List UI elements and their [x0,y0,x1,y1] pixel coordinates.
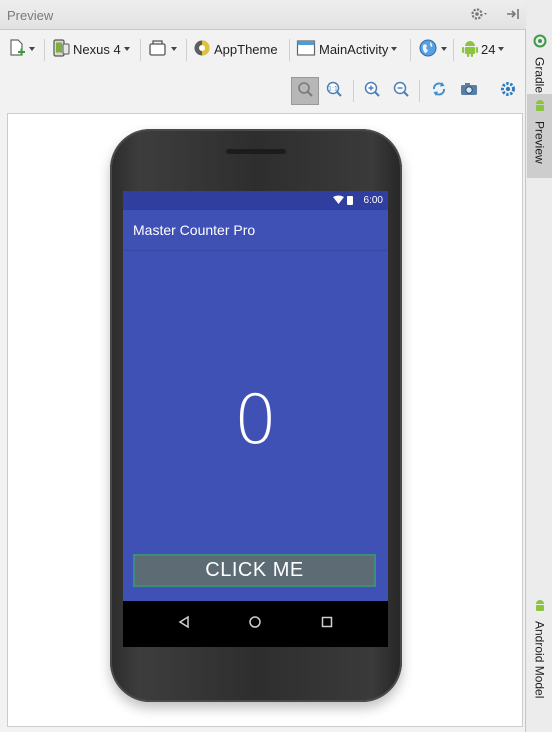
app-bar: Master Counter Pro [123,210,388,251]
android-icon [461,38,479,61]
preview-settings-button[interactable] [494,77,522,105]
zoom-fit-icon [296,80,314,103]
device-screen: 6:00 Master Counter Pro 0 CLICK ME [123,191,388,647]
preview-toolbar: Nexus 4 AppTheme MainActivity 24 [0,31,526,69]
device-icon [52,38,70,61]
panel-title: Preview [7,8,54,23]
back-icon[interactable] [177,615,191,634]
status-icons [333,195,355,209]
device-label: Nexus 4 [73,41,121,57]
tab-android-model[interactable]: Android Model [527,598,552,716]
recents-icon[interactable] [320,615,334,634]
new-file-icon [8,38,26,61]
camera-icon [459,80,479,103]
svg-text:1:1: 1:1 [328,85,338,92]
device-speaker [226,149,286,154]
right-tool-sidebar: Gradle Preview Android Model [527,0,552,732]
zoom-in-button[interactable] [358,77,386,105]
app-title: Master Counter Pro [133,222,256,238]
home-icon[interactable] [248,615,262,634]
zoom-actual-button[interactable]: 1:1 [320,77,348,105]
navigation-bar [123,601,388,647]
preview-canvas: 6:00 Master Counter Pro 0 CLICK ME [7,113,523,727]
theme-label: AppTheme [214,41,278,57]
preview-android-icon [533,98,547,117]
tab-preview[interactable]: Preview [527,94,552,178]
click-me-button[interactable]: CLICK ME [133,554,376,587]
device-selector[interactable]: Nexus 4 [52,35,130,63]
activity-selector[interactable]: MainActivity [296,35,398,63]
android-model-label: Android Model [532,621,547,699]
activity-icon [296,39,316,60]
refresh-icon [430,80,448,103]
panel-settings-icon[interactable] [470,6,490,27]
zoom-in-icon [363,80,381,103]
zoom-toolbar: 1:1 [0,70,526,110]
status-time: 6:00 [363,195,383,206]
locale-selector[interactable] [418,35,447,63]
counter-value: 0 [233,381,278,460]
android-model-icon [533,598,547,617]
refresh-button[interactable] [425,77,453,105]
zoom-out-button[interactable] [387,77,415,105]
tab-gradle[interactable]: Gradle [527,34,552,93]
preview-label: Preview [532,121,547,164]
preview-panel: Preview Nexus 4 AppTheme MainActivity 24… [0,0,526,732]
api-level-selector[interactable]: 24 [461,35,505,63]
hide-panel-icon[interactable] [505,6,521,27]
status-bar: 6:00 [123,191,388,210]
theme-icon [193,39,211,60]
gradle-icon [533,34,547,53]
zoom-actual-icon: 1:1 [325,80,343,103]
gear-icon [499,80,517,103]
gradle-label: Gradle [532,57,547,94]
api-level-label: 24 [481,41,496,57]
zoom-out-icon [392,80,410,103]
orientation-selector[interactable] [148,35,177,63]
device-frame: 6:00 Master Counter Pro 0 CLICK ME [110,129,402,702]
panel-titlebar: Preview [0,0,526,30]
orientation-icon [148,38,168,61]
design-surface-button[interactable] [8,35,35,63]
globe-icon [418,38,438,61]
zoom-to-fit-button[interactable] [291,77,319,105]
screenshot-button[interactable] [455,77,483,105]
activity-label: MainActivity [319,41,389,57]
theme-selector[interactable]: AppTheme [193,35,278,63]
